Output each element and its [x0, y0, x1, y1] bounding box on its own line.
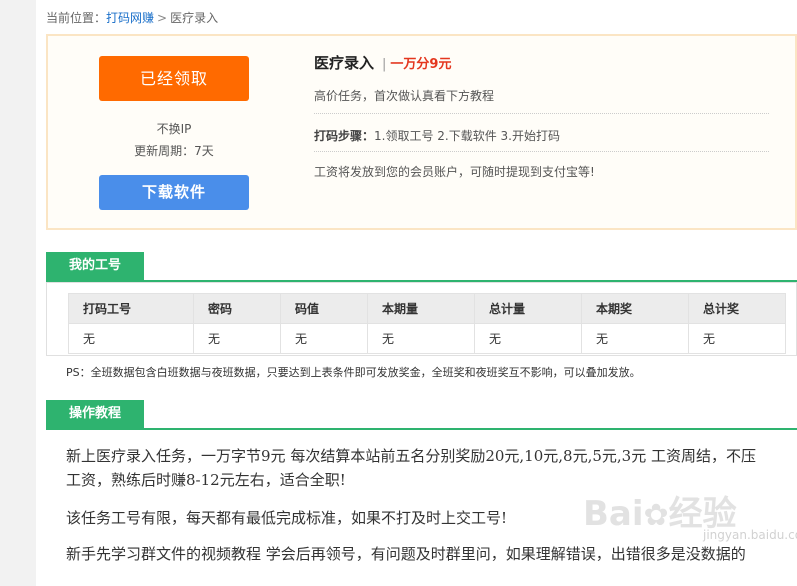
- breadcrumb-prefix: 当前位置：: [46, 11, 107, 25]
- download-software-button[interactable]: 下载软件: [99, 175, 249, 210]
- breadcrumb-current: 医疗录入: [170, 11, 219, 25]
- claimed-button[interactable]: 已经领取: [99, 56, 249, 101]
- task-panel: 已经领取 不换IP 更新周期：7天 下载软件 医疗录入 | 一万分9元 高价任务，首…: [46, 34, 797, 230]
- breadcrumb-separator: >: [157, 11, 168, 25]
- task-subtitle: 高价任务，首次做认真看下方教程: [314, 89, 495, 103]
- table-cell: 无: [581, 323, 689, 354]
- watermark-domain: jingyan.baidu.com: [703, 528, 797, 542]
- tutorial-paragraph: 该任务工号有限，每天都有最低完成标准，如果不打及时上交工号!: [66, 509, 508, 527]
- column-header: 总计量: [474, 293, 582, 324]
- column-header: 码值: [280, 293, 368, 324]
- my-id-table: 打码工号 密码 码值 本期量 总计量 本期奖 总计奖 无 无 无 无 无 无 无: [68, 293, 786, 354]
- tutorial-paragraph: 新上医疗录入任务，一万字节9元 每次结算本站前五名分别奖励20元,10元,8元,…: [66, 447, 756, 489]
- task-price: 一万分9元: [390, 57, 452, 72]
- table-cell: 无: [193, 323, 281, 354]
- tutorial-paragraph: 新手先学习群文件的视频教程 学会后再领号，有问题及时群里问，如果理解错误，出错很…: [66, 545, 746, 563]
- steps-value: 1.领取工号 2.下载软件 3.开始打码: [374, 129, 560, 143]
- task-name: 医疗录入: [314, 54, 375, 72]
- task-steps: 打码步骤：1.领取工号 2.下载软件 3.开始打码: [314, 127, 560, 144]
- title-separator: |: [382, 57, 387, 72]
- table-cell: 无: [688, 323, 786, 354]
- table-cell: 无: [68, 323, 194, 354]
- column-header: 密码: [193, 293, 281, 324]
- table-header-row: 打码工号 密码 码值 本期量 总计量 本期奖 总计奖: [68, 293, 786, 324]
- ip-note: 不换IP: [156, 122, 192, 136]
- table-cell: 无: [280, 323, 368, 354]
- divider: [314, 151, 769, 152]
- my-id-section-header: 我的工号: [46, 252, 797, 282]
- my-id-section-title: 我的工号: [46, 252, 144, 282]
- column-header: 总计奖: [688, 293, 786, 324]
- payout-note: 工资将发放到您的会员账户，可随时提现到支付宝等!: [314, 165, 595, 179]
- breadcrumb-home-link[interactable]: 打码网赚: [106, 11, 154, 25]
- column-header: 本期量: [367, 293, 475, 324]
- column-header: 打码工号: [68, 293, 194, 324]
- steps-label: 打码步骤：: [314, 129, 375, 143]
- divider: [314, 113, 769, 114]
- tutorial-section-header: 操作教程: [46, 400, 797, 430]
- table-cell: 无: [367, 323, 475, 354]
- breadcrumb: 当前位置：打码网赚 > 医疗录入: [46, 9, 218, 26]
- tutorial-section-title: 操作教程: [46, 400, 144, 430]
- column-header: 本期奖: [581, 293, 689, 324]
- table-row: 无 无 无 无 无 无 无: [68, 323, 786, 354]
- bonus-note: PS：全班数据包含白班数据与夜班数据，只要达到上表条件即可发放奖金，全班奖和夜班…: [66, 366, 641, 379]
- my-id-table-panel: 打码工号 密码 码值 本期量 总计量 本期奖 总计奖 无 无 无 无 无 无 无: [46, 282, 797, 356]
- main-page: 当前位置：打码网赚 > 医疗录入 已经领取 不换IP 更新周期：7天 下载软件 医疗…: [36, 0, 797, 586]
- cycle-note: 更新周期：7天: [134, 144, 214, 158]
- table-cell: 无: [474, 323, 582, 354]
- task-title: 医疗录入 | 一万分9元: [314, 52, 451, 73]
